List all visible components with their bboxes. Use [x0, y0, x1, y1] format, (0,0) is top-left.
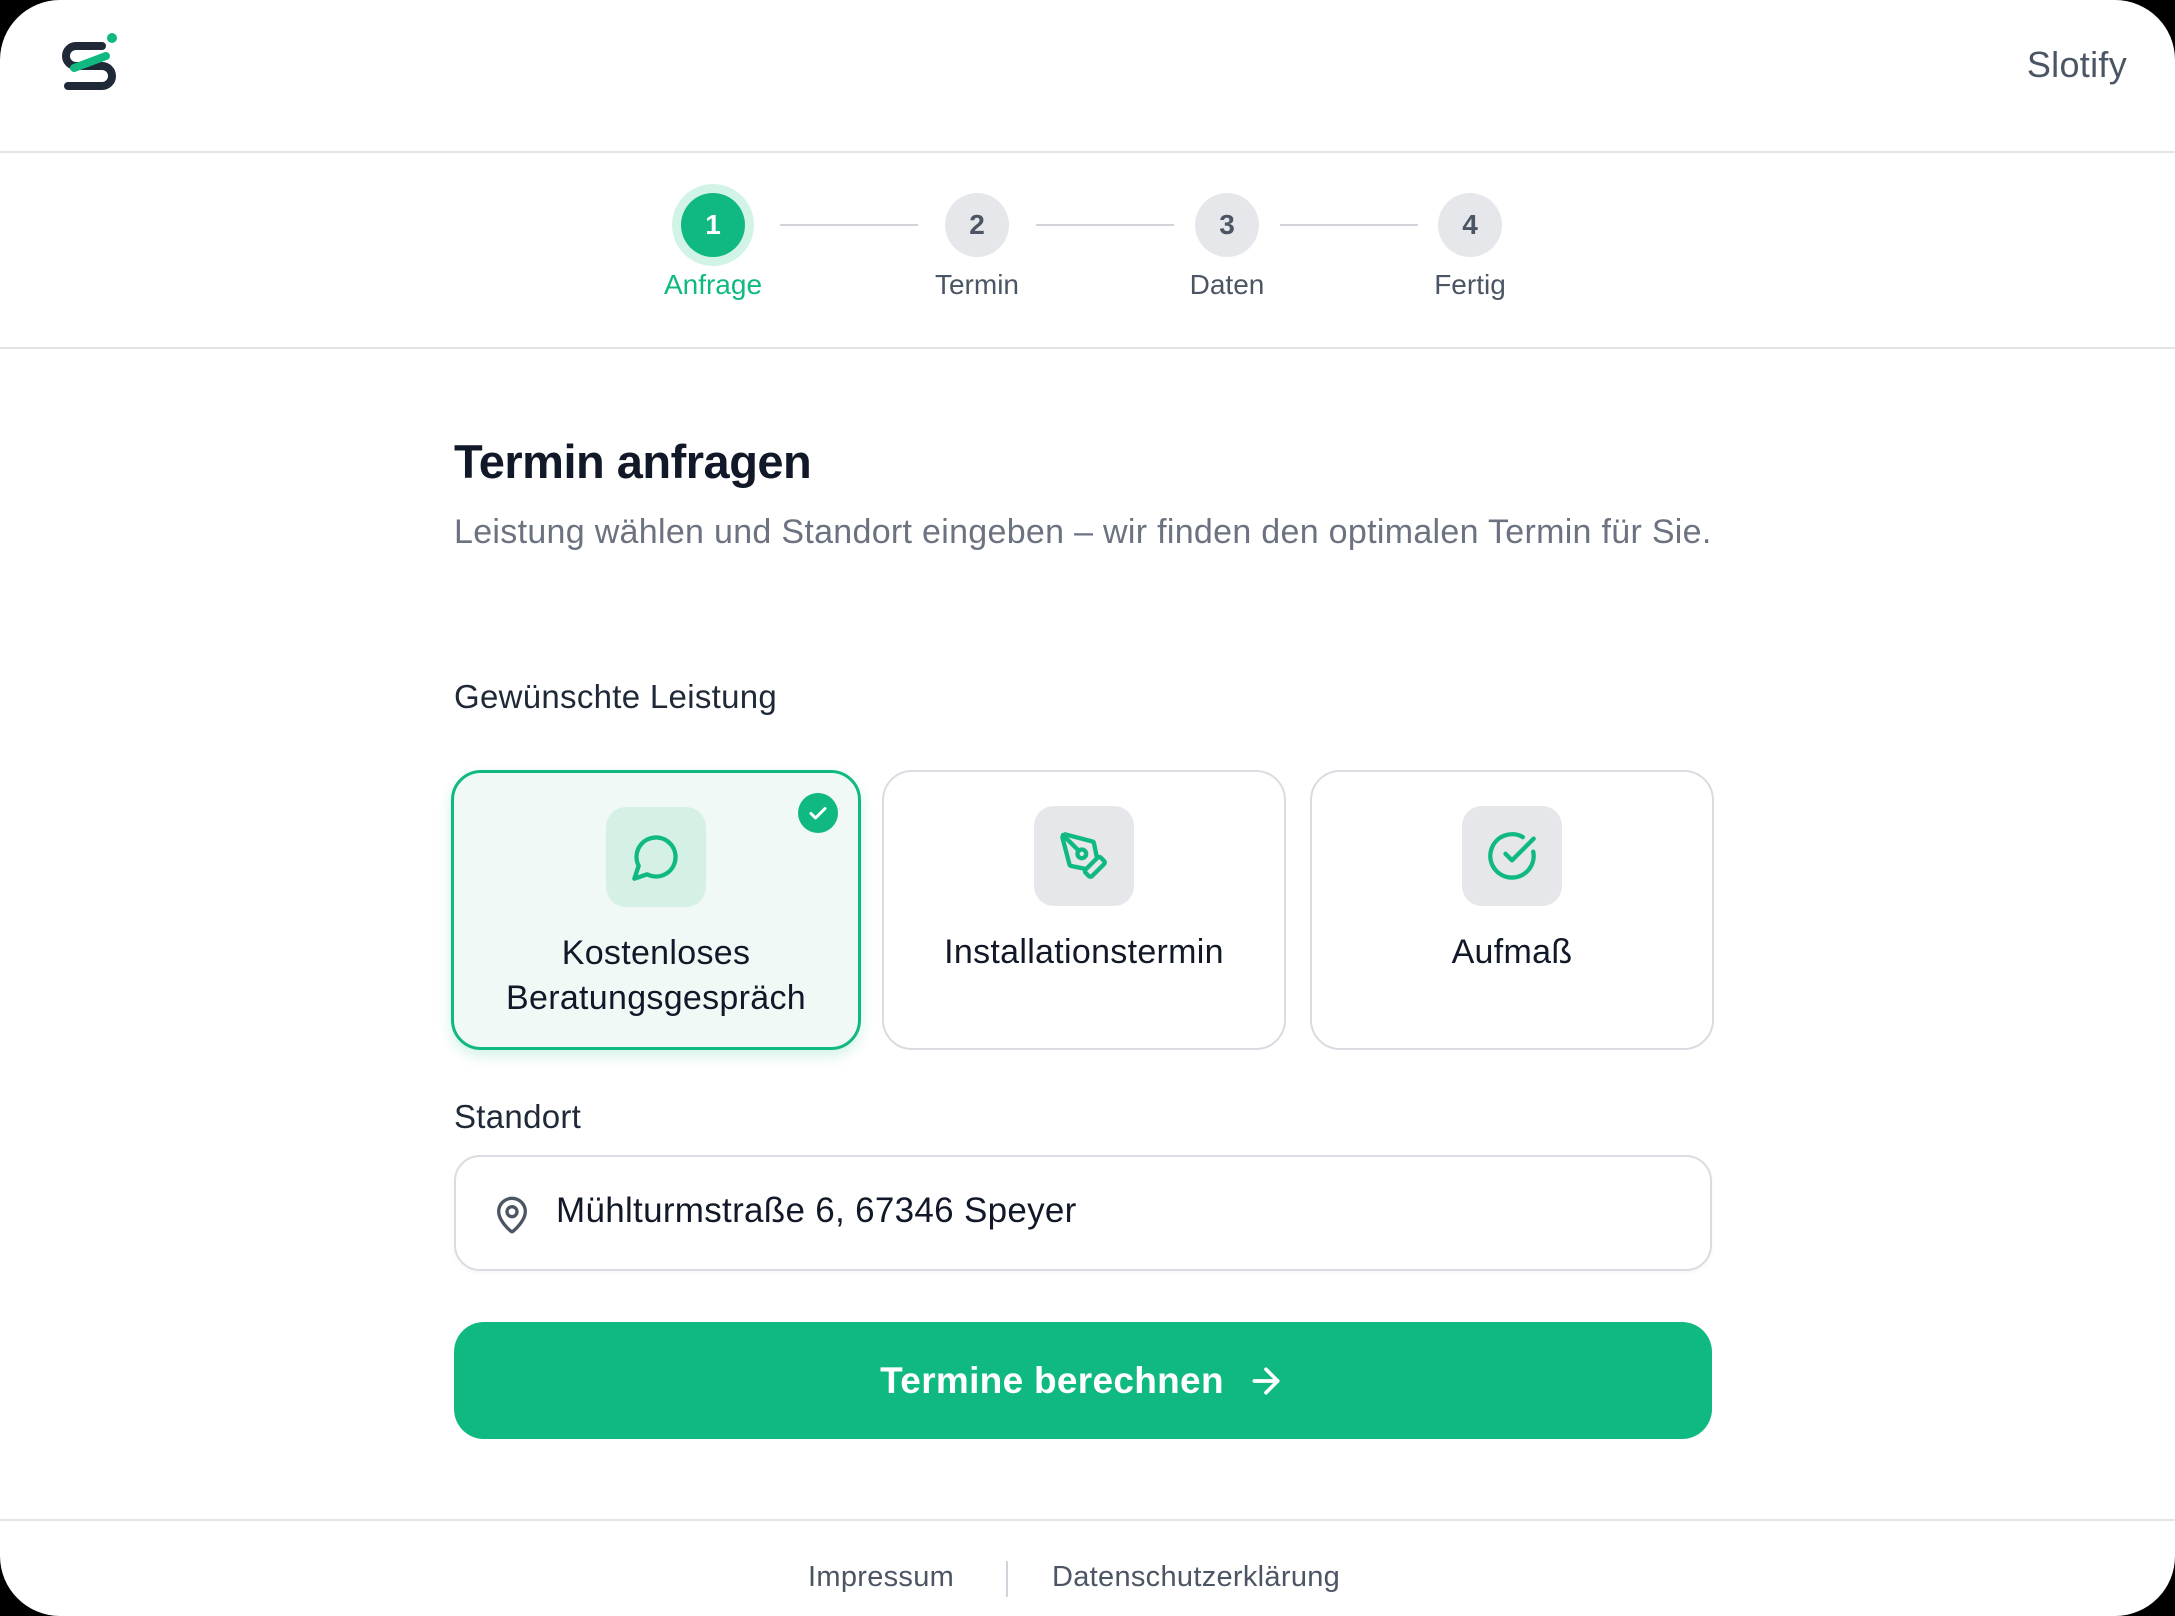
page-subtitle: Leistung wählen und Standort eingeben – …	[454, 513, 1712, 551]
service-section-label: Gewünschte Leistung	[454, 678, 778, 715]
location-input[interactable]: Mühlturmstraße 6, 67346 Speyer	[454, 1155, 1712, 1271]
header: Slotify	[0, 0, 2175, 153]
calculate-appointments-button[interactable]: Termine berechnen	[454, 1322, 1712, 1439]
app-window: Slotify 1 Anfrage 2 Termin 3 Daten 4 Fer…	[0, 0, 2175, 1616]
location-label: Standort	[454, 1098, 582, 1135]
pen-tool-icon	[1034, 806, 1134, 906]
arrow-right-icon	[1252, 1367, 1280, 1394]
step-number: 1	[681, 193, 745, 257]
step-number: 3	[1195, 193, 1259, 257]
slotify-logo-icon[interactable]	[54, 32, 126, 96]
privacy-policy-link[interactable]: Datenschutzerklärung	[1052, 1561, 1340, 1594]
footer-divider	[1006, 1561, 1008, 1597]
service-card-label: Kostenloses Beratungsgespräch	[506, 934, 806, 1017]
check-circle-icon	[1462, 806, 1562, 906]
selected-check-icon	[798, 793, 838, 833]
step-connector	[1280, 224, 1418, 226]
step-number: 2	[945, 193, 1009, 257]
brand-name: Slotify	[2026, 44, 2127, 85]
step-connector	[1036, 224, 1174, 226]
step-label: Daten	[1189, 269, 1265, 300]
submit-button-label: Termine berechnen	[880, 1359, 1224, 1401]
step-label: Fertig	[1434, 269, 1506, 300]
chat-bubble-icon	[606, 807, 706, 907]
service-card-installation[interactable]: Installationstermin	[882, 770, 1286, 1050]
map-pin-icon	[497, 1196, 527, 1234]
progress-stepper: 1 Anfrage 2 Termin 3 Daten 4 Fertig	[0, 153, 2175, 349]
location-value: Mühlturmstraße 6, 67346 Speyer	[556, 1191, 1077, 1230]
footer: Impressum Datenschutzerklärung	[0, 1519, 2175, 1616]
step-connector	[780, 224, 918, 226]
service-card-label: Installationstermin	[944, 933, 1224, 971]
impressum-link[interactable]: Impressum	[808, 1561, 954, 1594]
step-label: Anfrage	[663, 269, 763, 300]
service-card-aufmass[interactable]: Aufmaß	[1310, 770, 1714, 1050]
service-card-beratung[interactable]: Kostenloses Beratungsgespräch	[451, 770, 861, 1050]
service-card-label: Aufmaß	[1451, 933, 1573, 971]
step-number: 4	[1438, 193, 1502, 257]
page-title: Termin anfragen	[454, 435, 812, 488]
step-label: Termin	[934, 269, 1019, 300]
